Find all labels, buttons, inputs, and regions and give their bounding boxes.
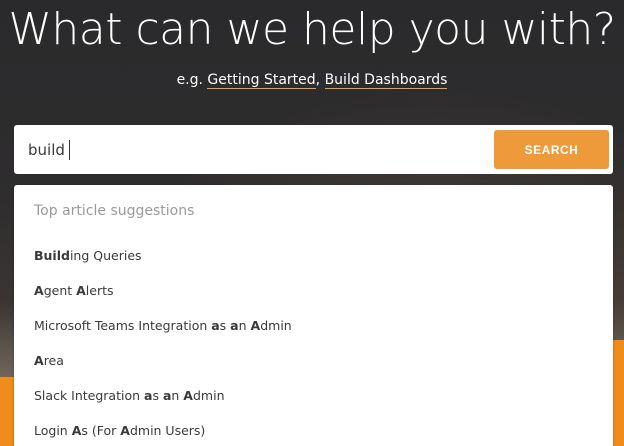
- suggestion-item[interactable]: Slack Integration as an Admin: [34, 388, 225, 403]
- orange-block-right: [613, 340, 624, 446]
- suggestion-text: dmin Users): [129, 423, 206, 438]
- suggestion-text: n: [171, 388, 184, 403]
- suggestion-item[interactable]: Area: [34, 353, 64, 368]
- suggestion-text: Microsoft Teams Integration: [34, 318, 212, 333]
- suggestions-dropdown: Top article suggestions Building Queries…: [14, 185, 613, 446]
- example-link-build-dashboards[interactable]: Build Dashboards: [324, 72, 448, 89]
- search-input[interactable]: [28, 136, 468, 163]
- suggestion-match-text: A: [76, 283, 86, 298]
- suggestion-item[interactable]: Agent Alerts: [34, 283, 114, 298]
- suggestion-match-text: A: [34, 353, 44, 368]
- suggestion-item[interactable]: Building Queries: [34, 248, 142, 263]
- examples-prefix: e.g.: [176, 72, 208, 88]
- text-cursor: [69, 140, 70, 160]
- suggestion-text: s: [219, 318, 231, 333]
- suggestion-text: n: [238, 318, 251, 333]
- suggestion-match-text: a: [230, 318, 239, 333]
- search-button[interactable]: SEARCH: [494, 130, 609, 169]
- suggestion-match-text: A: [250, 318, 261, 333]
- suggestion-text: s (For: [81, 423, 121, 438]
- search-examples: e.g. Getting Started, Build Dashboards: [0, 72, 624, 89]
- suggestion-text: Login: [34, 423, 72, 438]
- suggestion-text: dmin: [192, 388, 225, 403]
- suggestion-text: s: [152, 388, 163, 403]
- suggestion-match-text: A: [34, 283, 44, 298]
- suggestion-match-text: A: [183, 388, 193, 403]
- suggestion-text: ing Queries: [69, 248, 142, 263]
- orange-block-left: [0, 377, 14, 446]
- suggestion-text: dmin: [260, 318, 292, 333]
- suggestion-match-text: Build: [34, 248, 70, 263]
- suggestion-text: gent: [43, 283, 77, 298]
- example-link-getting-started[interactable]: Getting Started: [207, 72, 316, 89]
- suggestion-item[interactable]: Microsoft Teams Integration as an Admin: [34, 318, 292, 333]
- suggestion-text: Slack Integration: [34, 388, 145, 403]
- examples-separator: ,: [315, 72, 325, 88]
- suggestion-match-text: A: [71, 423, 82, 438]
- suggestion-text: rea: [43, 353, 64, 368]
- page-title: What can we help you with?: [8, 4, 616, 55]
- suggestion-text: lerts: [85, 283, 114, 298]
- suggestion-match-text: a: [211, 318, 220, 333]
- suggestion-match-text: A: [120, 423, 130, 438]
- suggestions-heading: Top article suggestions: [34, 203, 195, 219]
- suggestion-item[interactable]: Login As (For Admin Users): [34, 423, 205, 438]
